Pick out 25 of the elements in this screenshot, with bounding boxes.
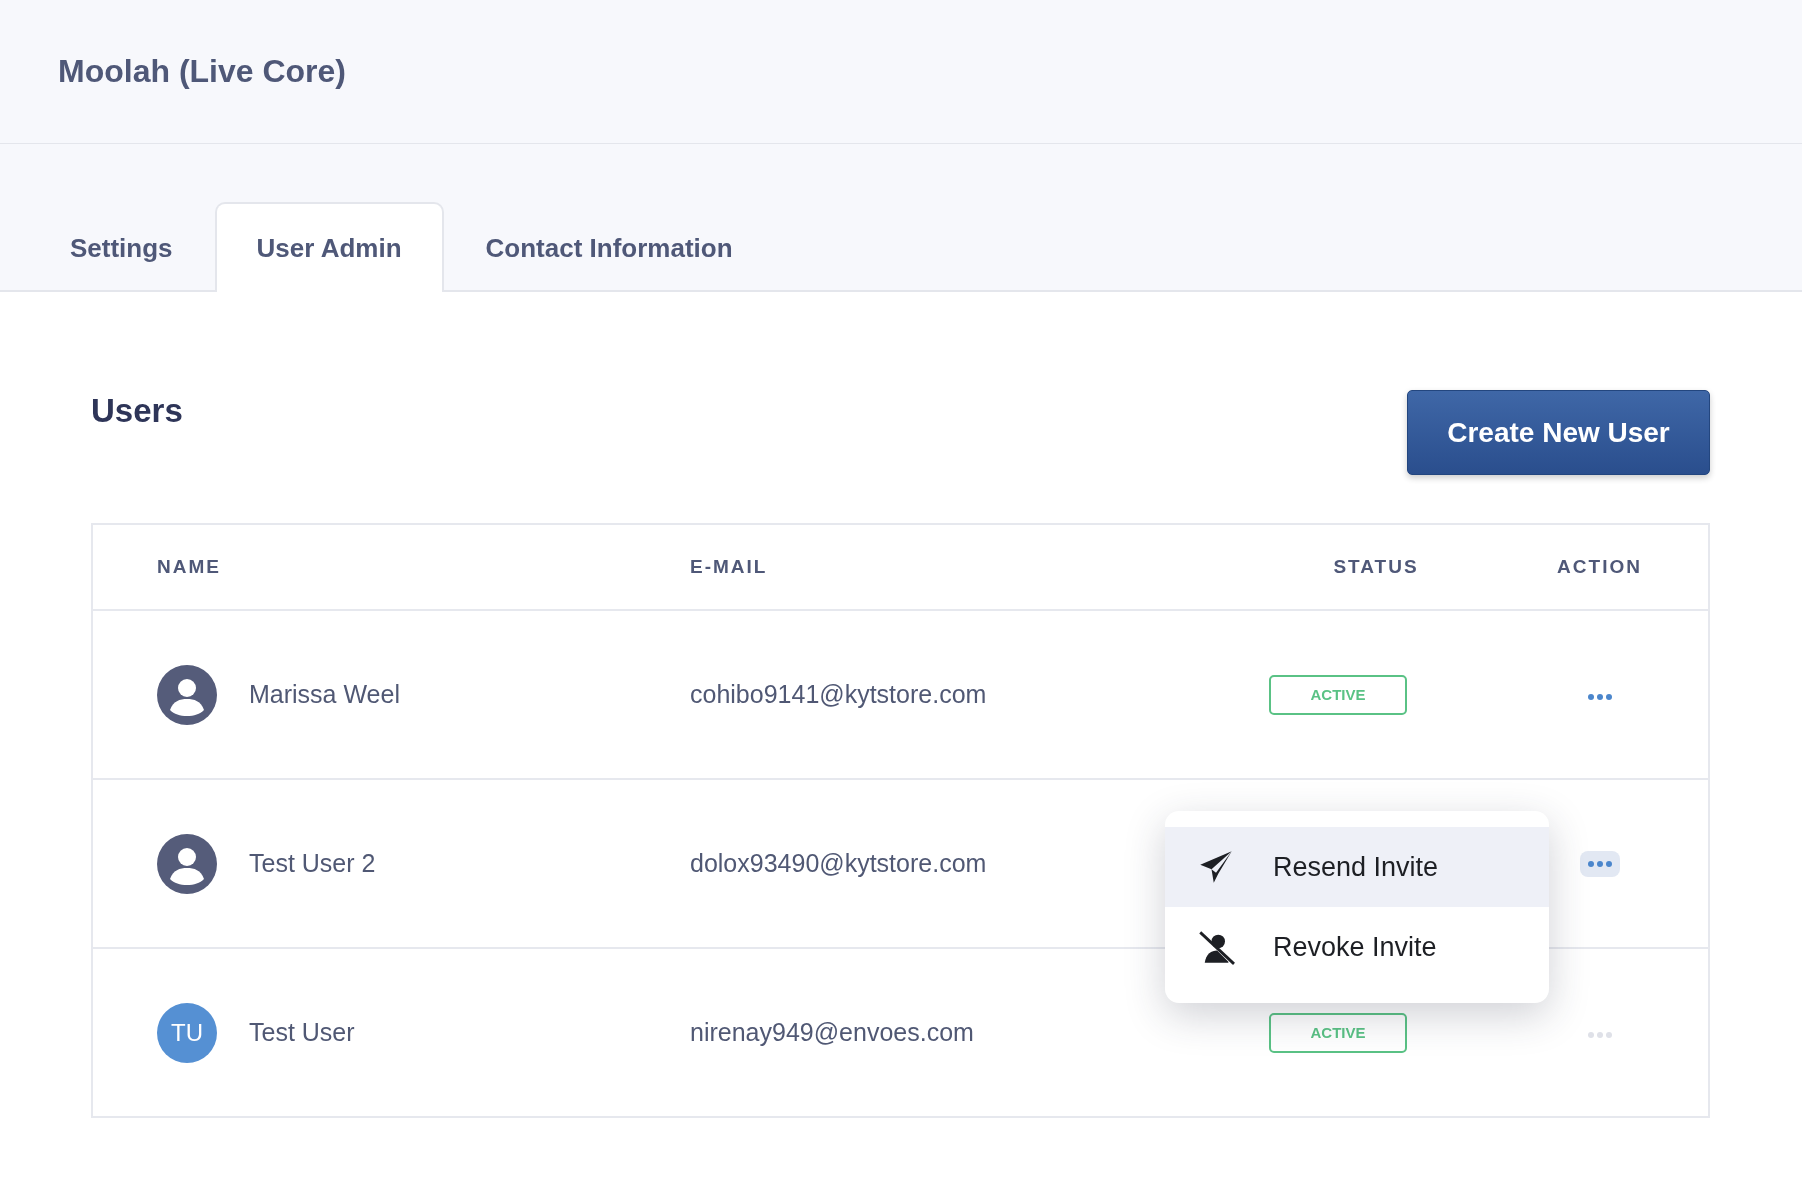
status-badge: ACTIVE [1269,1012,1407,1053]
column-header: ACTION [1556,556,1643,578]
user-email: cohibo9141@kytstore.com [690,680,987,708]
page-title: Moolah (Live Core) [58,53,346,90]
user-name: Test User 2 [249,849,376,878]
user-email: dolox93490@kytstore.com [690,849,987,877]
create-user-button[interactable]: Create New User [1407,390,1710,475]
tab[interactable]: User Admin [214,202,444,292]
column-header: NAME [156,556,222,578]
avatar-silhouette-icon [157,833,217,894]
status-badge: ACTIVE [1269,674,1407,715]
menu-item[interactable]: Revoke Invite [1165,907,1549,987]
section-title: Users [91,391,183,430]
menu-item[interactable]: Resend Invite [1165,827,1549,907]
user-name: Test User [249,1018,355,1047]
user-email: nirenay949@envoes.com [690,1018,974,1046]
column-header: E-MAIL [690,556,769,578]
tab[interactable]: Settings [28,202,215,292]
avatar-silhouette-icon [157,664,217,725]
initials-avatar: TU [157,1002,217,1063]
tab[interactable]: Contact Information [443,202,775,292]
column-header: STATUS [1332,556,1420,578]
more-options-icon[interactable] [1579,850,1620,877]
user-name: Marissa Weel [249,680,400,709]
user-slash-icon [1197,929,1235,965]
